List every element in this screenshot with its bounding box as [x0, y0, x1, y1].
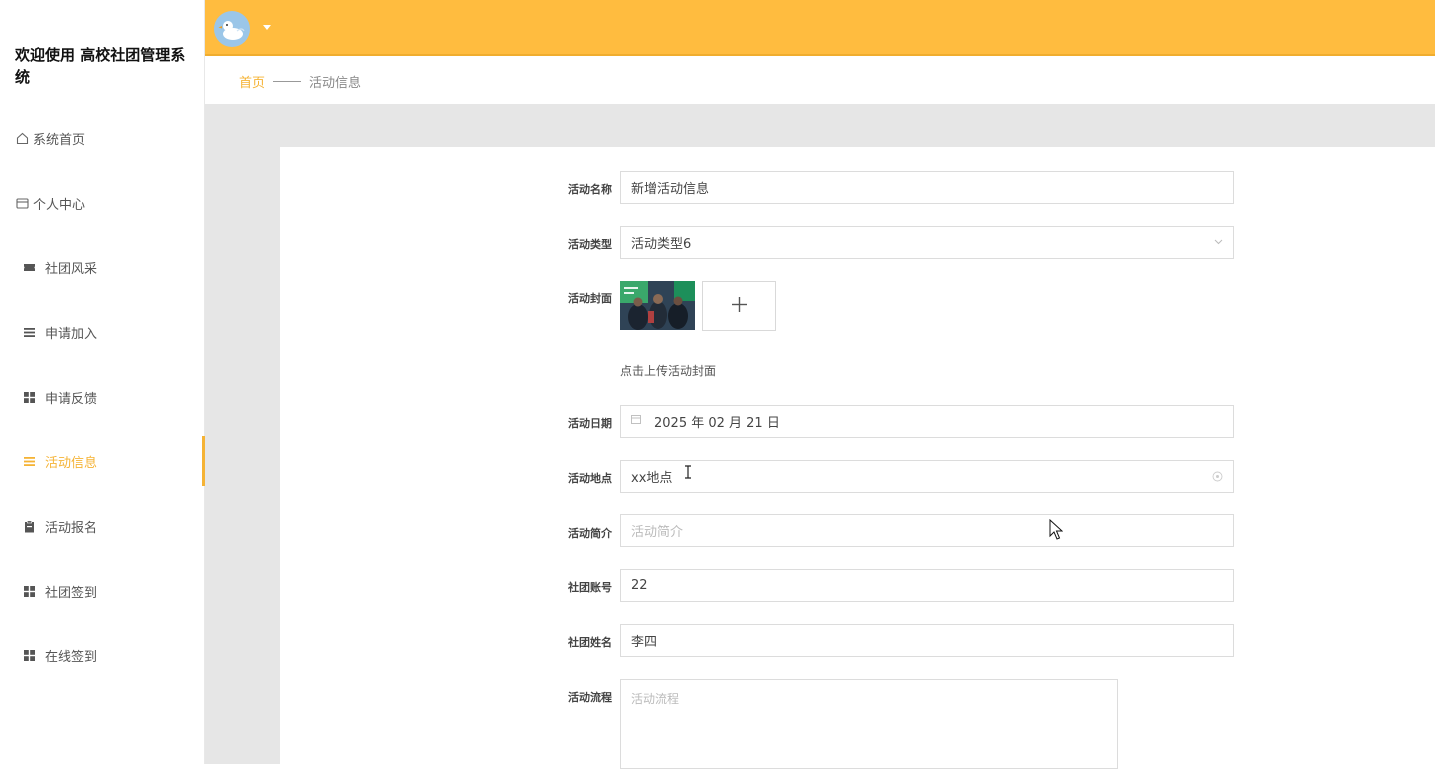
activity-location-input[interactable]: xx地点: [620, 460, 1234, 493]
sidebar-item-club-checkin[interactable]: 社团签到: [0, 566, 205, 616]
grid-icon: [22, 648, 36, 662]
upload-add-button[interactable]: [702, 281, 776, 331]
grid-icon: [22, 390, 36, 404]
ticket-icon: [22, 260, 36, 274]
activity-process-textarea[interactable]: 活动流程: [620, 679, 1118, 769]
label-activity-name: 活动名称: [568, 183, 612, 196]
mouse-pointer-icon: [1049, 518, 1064, 541]
sidebar-item-profile[interactable]: 个人中心: [0, 178, 205, 228]
clear-icon[interactable]: [1212, 471, 1223, 485]
activity-date-value: 2025 年 02 月 21 日: [654, 416, 780, 431]
club-account-value: 22: [631, 578, 648, 593]
activity-name-input[interactable]: 新增活动信息: [620, 171, 1234, 204]
breadcrumb: 首页 活动信息: [205, 58, 1435, 104]
activity-location-value: xx地点: [631, 471, 673, 486]
duck-avatar-icon[interactable]: [214, 11, 250, 47]
sidebar-item-label: 社团签到: [45, 585, 98, 601]
label-activity-cover: 活动封面: [568, 292, 612, 305]
sidebar-item-label: 社团风采: [45, 261, 98, 277]
label-club-name: 社团姓名: [568, 636, 612, 649]
label-activity-date: 活动日期: [568, 417, 612, 430]
activity-intro-placeholder: 活动简介: [631, 525, 684, 540]
club-name-value: 李四: [631, 635, 658, 650]
club-name-input[interactable]: 李四: [620, 624, 1234, 657]
activity-intro-input[interactable]: 活动简介: [620, 514, 1234, 547]
upload-hint: 点击上传活动封面: [620, 364, 717, 378]
sidebar-item-label: 个人中心: [33, 197, 86, 213]
sidebar-item-label: 申请反馈: [45, 391, 98, 407]
cover-thumbnail-image[interactable]: [620, 281, 695, 330]
label-activity-process: 活动流程: [568, 691, 612, 704]
sidebar-item-activity-signup[interactable]: 活动报名: [0, 501, 205, 551]
breadcrumb-home[interactable]: 首页: [239, 72, 265, 91]
list-icon: [22, 454, 36, 468]
id-card-icon: [15, 196, 29, 210]
sidebar-item-online-checkin[interactable]: 在线签到: [0, 630, 205, 680]
activity-type-select[interactable]: 活动类型6: [620, 226, 1234, 259]
clipboard-icon: [22, 519, 36, 533]
plus-icon: [731, 296, 748, 317]
label-activity-intro: 活动简介: [568, 527, 612, 540]
label-club-account: 社团账号: [568, 581, 612, 594]
activity-name-value: 新增活动信息: [631, 182, 710, 197]
top-bar: [205, 0, 1435, 56]
activity-process-placeholder: 活动流程: [631, 692, 680, 706]
sidebar-item-apply-feedback[interactable]: 申请反馈: [0, 372, 205, 422]
text-cursor-icon: [684, 464, 692, 479]
sidebar-item-label: 在线签到: [45, 649, 98, 665]
breadcrumb-separator: [273, 80, 302, 82]
sidebar-item-activity-info[interactable]: 活动信息: [0, 436, 205, 486]
activity-type-value: 活动类型6: [631, 237, 692, 252]
sidebar-item-label: 活动报名: [45, 520, 98, 536]
chevron-down-icon: [1214, 237, 1223, 249]
label-activity-type: 活动类型: [568, 238, 612, 251]
sidebar-item-label: 申请加入: [45, 326, 98, 342]
sidebar-item-label: 系统首页: [33, 132, 86, 148]
list-icon: [22, 325, 36, 339]
app-title: 欢迎使用 高校社团管理系统: [15, 46, 186, 86]
label-activity-location: 活动地点: [568, 472, 612, 485]
grid-icon: [22, 584, 36, 598]
activity-date-picker[interactable]: 2025 年 02 月 21 日: [620, 405, 1234, 438]
active-highlight: [12, 437, 205, 485]
sidebar-item-label: 活动信息: [45, 455, 98, 471]
sidebar: 欢迎使用 高校社团管理系统 系统首页 个人中心 社团风采 申请加入 申请反馈 活…: [0, 0, 205, 764]
sidebar-item-apply-join[interactable]: 申请加入: [0, 307, 205, 357]
home-icon: [15, 131, 29, 145]
caret-down-icon[interactable]: [263, 25, 271, 30]
calendar-icon: [631, 414, 641, 424]
club-account-input[interactable]: 22: [620, 569, 1234, 602]
breadcrumb-current: 活动信息: [309, 75, 362, 91]
sidebar-item-club-style[interactable]: 社团风采: [0, 242, 205, 292]
sidebar-item-home[interactable]: 系统首页: [0, 113, 205, 163]
